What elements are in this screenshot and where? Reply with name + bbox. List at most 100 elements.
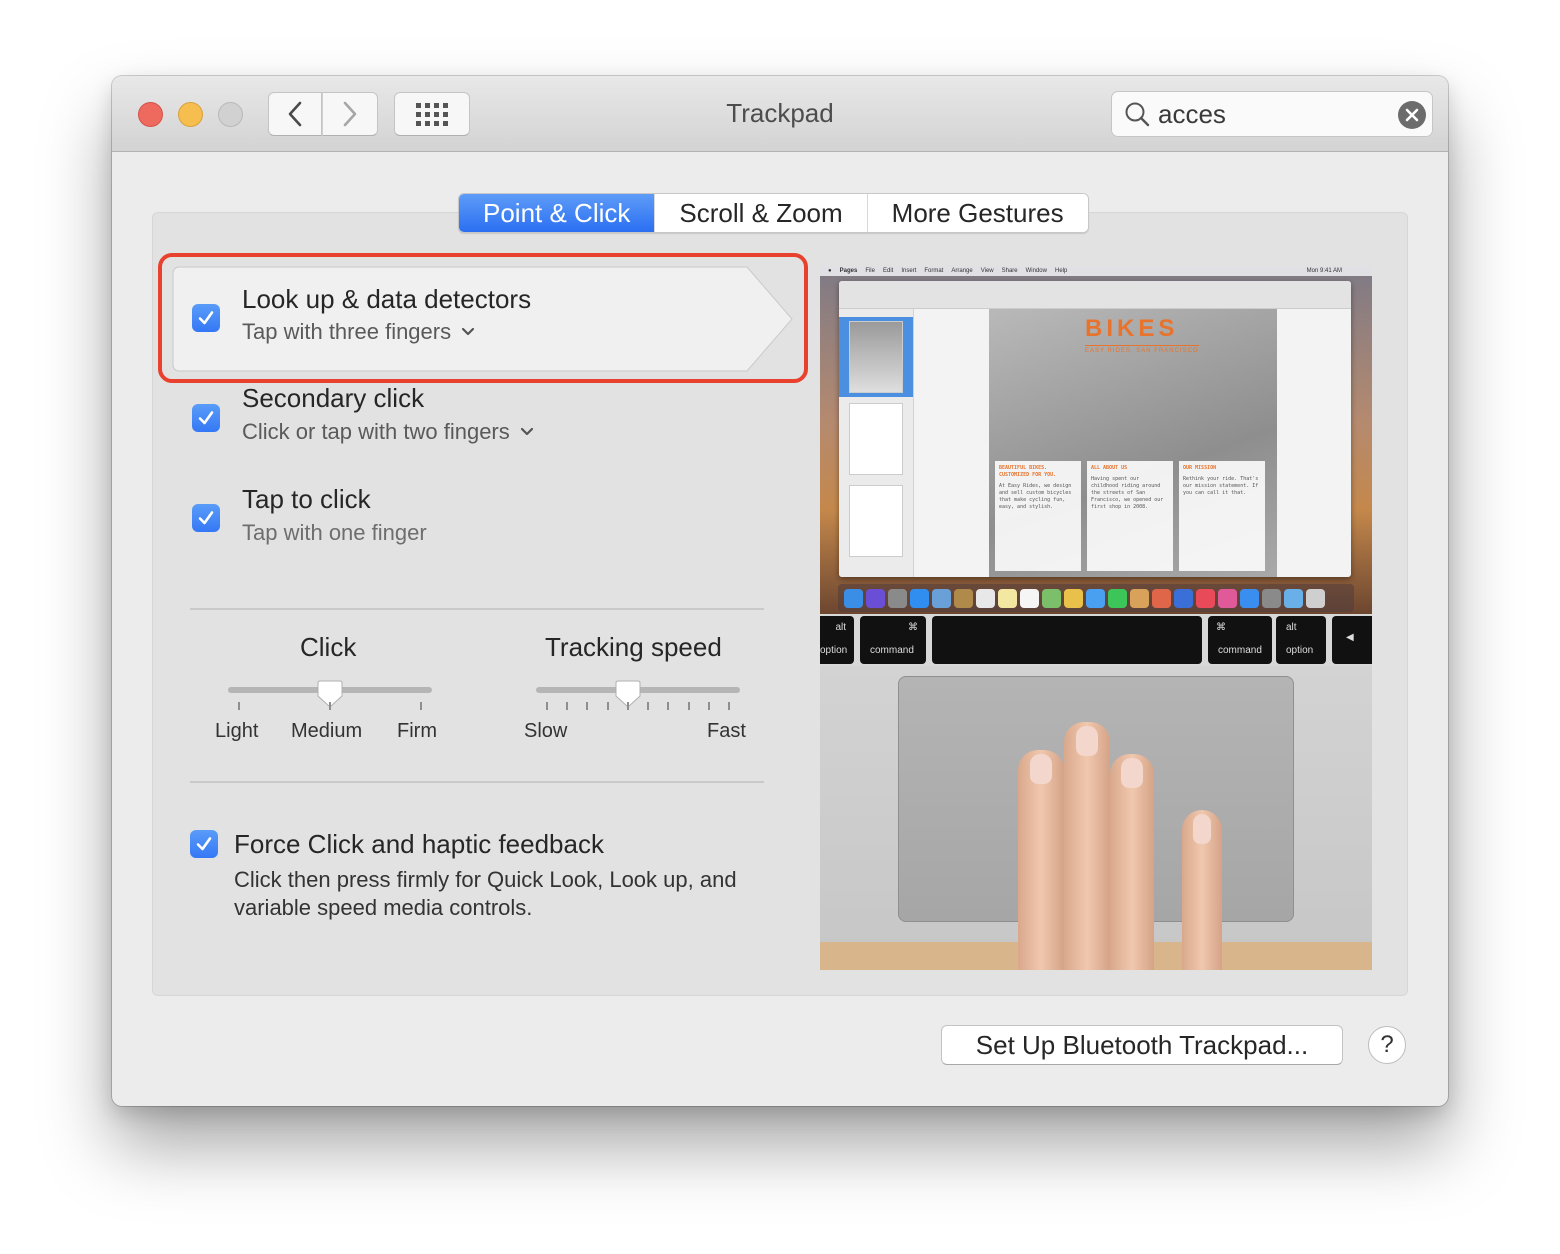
click-slider-title: Click — [300, 632, 357, 662]
preview-dock — [838, 584, 1354, 612]
gesture-preview-video: ● Pages File Edit Insert Format Arrange … — [820, 266, 1372, 970]
preview-dock-app-icon — [1152, 588, 1171, 608]
secondary-click-gesture-dropdown[interactable]: Click or tap with two fingers — [242, 419, 534, 445]
preview-toolbar — [839, 281, 1351, 309]
preview-doc-subtitle: EASY RIDES, SAN FRANCISCO — [1085, 345, 1199, 354]
preview-menubar: ● Pages File Edit Insert Format Arrange … — [820, 266, 1372, 276]
preview-key: ⌘ command — [860, 616, 926, 664]
click-label-medium: Medium — [291, 720, 363, 742]
preview-page-sidebar — [839, 309, 914, 577]
preview-dock-app-icon — [1240, 588, 1259, 608]
slider-tick — [667, 702, 670, 710]
preview-dock-app-icon — [1130, 588, 1149, 608]
preview-menu-item: Edit — [882, 268, 894, 274]
preview-key — [932, 616, 1202, 664]
preview-dock-app-icon — [976, 588, 995, 608]
slider-tick — [606, 702, 609, 710]
slider-tick — [546, 702, 548, 710]
preview-key: alt option — [1276, 616, 1326, 664]
preview-doc-column: BEAUTIFUL BIKES. CUSTOMIZED FOR YOU. At E… — [995, 461, 1081, 571]
divider — [190, 608, 764, 610]
preview-menu-item: Arrange — [951, 268, 973, 274]
option-subtitle: Tap with one finger — [242, 520, 427, 545]
clear-icon — [1405, 108, 1419, 122]
click-label-light: Light — [215, 720, 259, 742]
preferences-window: Trackpad Point & Click Scroll & Zoom Mor… — [112, 76, 1448, 1106]
preview-menu-item: Insert — [901, 268, 917, 274]
help-button[interactable]: ? — [1368, 1026, 1406, 1064]
preview-doc-column: ALL ABOUT US Having spent our childhood r… — [1087, 461, 1173, 571]
force-click-checkbox[interactable] — [190, 830, 218, 858]
search-icon — [1125, 102, 1150, 127]
title-bar: Trackpad — [112, 76, 1448, 152]
preview-dock-app-icon — [1218, 588, 1237, 608]
preview-doc-column: OUR MISSION Rethink your ride. That's our… — [1179, 461, 1265, 571]
preview-document: BIKES EASY RIDES, SAN FRANCISCO BEAUTIFU… — [989, 309, 1277, 577]
preview-page-thumb — [849, 403, 903, 475]
preview-key: ⌘ command — [1208, 616, 1272, 664]
tracking-label-fast: Fast — [707, 720, 746, 742]
option-title: Secondary click — [242, 383, 425, 413]
slider-tick — [626, 702, 629, 710]
force-click-description: Click then press firmly for Quick Look, … — [234, 867, 737, 920]
option-title: Tap to click — [242, 484, 371, 514]
preview-dock-app-icon — [910, 588, 929, 608]
preview-dock-app-icon — [1284, 588, 1303, 608]
preview-dock-app-icon — [888, 588, 907, 608]
checkmark-icon — [198, 411, 214, 425]
preview-finger — [1018, 750, 1064, 970]
preview-dock-app-icon — [844, 588, 863, 608]
highlight-annotation — [158, 253, 808, 383]
preview-desktop: ● Pages File Edit Insert Format Arrange … — [820, 266, 1372, 614]
tracking-slider-title: Tracking speed — [545, 632, 722, 662]
preview-doc-title: BIKES — [1085, 315, 1179, 342]
click-label-firm: Firm — [397, 720, 437, 742]
preview-menu-item: Share — [1001, 268, 1018, 274]
preview-dock-app-icon — [1020, 588, 1039, 608]
preview-dock-app-icon — [954, 588, 973, 608]
tab-more-gestures[interactable]: More Gestures — [867, 194, 1088, 232]
preview-keyboard: alt option ⌘ command ⌘ command alt option ◀ — [820, 614, 1372, 666]
preview-dock-app-icon — [1086, 588, 1105, 608]
tab-point-click[interactable]: Point & Click — [459, 194, 656, 232]
preview-dock-app-icon — [1064, 588, 1083, 608]
tap-to-click-checkbox[interactable] — [192, 504, 220, 532]
preview-menu-item: File — [865, 268, 875, 274]
preview-key: alt option — [820, 616, 854, 664]
preview-dock-app-icon — [1108, 588, 1127, 608]
preview-finger — [1182, 810, 1222, 970]
preview-finger — [1064, 722, 1110, 970]
preview-dock-app-icon — [1196, 588, 1215, 608]
search-input[interactable] — [1158, 98, 1378, 130]
slider-tick — [707, 702, 710, 710]
checkmark-icon — [198, 511, 214, 525]
divider — [190, 781, 764, 783]
apple-icon: ● — [828, 268, 832, 274]
preview-page-thumb — [849, 321, 903, 393]
option-subtitle: Click or tap with two fingers — [242, 419, 510, 444]
tab-bar: Point & Click Scroll & Zoom More Gesture… — [458, 193, 1089, 233]
preview-dock-app-icon — [866, 588, 885, 608]
chevron-down-icon — [520, 427, 533, 436]
preview-dock-app-icon — [1174, 588, 1193, 608]
slider-tick — [238, 702, 240, 710]
slider-tick — [728, 702, 730, 710]
preview-menu-item: View — [980, 268, 994, 274]
preview-dock-app-icon — [998, 588, 1017, 608]
preview-pages-window: BIKES EASY RIDES, SAN FRANCISCO BEAUTIFU… — [839, 281, 1351, 577]
tab-scroll-zoom[interactable]: Scroll & Zoom — [655, 194, 868, 232]
preview-menu-item: Help — [1054, 268, 1068, 274]
preview-key: ◀ — [1332, 616, 1372, 664]
preview-dock-app-icon — [1306, 588, 1325, 608]
secondary-click-checkbox[interactable] — [192, 404, 220, 432]
clear-search-button[interactable] — [1398, 101, 1426, 129]
preview-dock-app-icon — [1042, 588, 1061, 608]
preview-clock: Mon 9:41 AM — [1306, 268, 1342, 274]
search-field[interactable] — [1111, 91, 1433, 137]
set-up-bluetooth-trackpad-button[interactable]: Set Up Bluetooth Trackpad... — [941, 1025, 1343, 1065]
preview-menu-item: Format — [924, 268, 944, 274]
preview-dock-app-icon — [1262, 588, 1281, 608]
preview-dock-app-icon — [932, 588, 951, 608]
slider-tick — [687, 702, 690, 710]
slider-tick — [420, 702, 422, 710]
